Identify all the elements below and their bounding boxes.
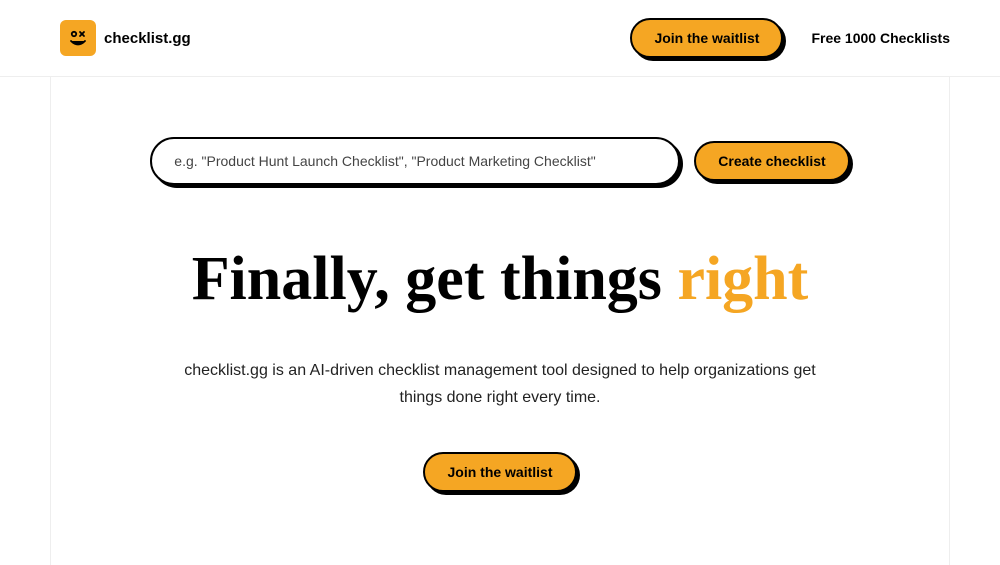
hero-join-waitlist-button[interactable]: Join the waitlist (423, 452, 576, 492)
join-waitlist-button[interactable]: Join the waitlist (630, 18, 783, 58)
hero-title-accent: right (677, 245, 808, 313)
hero-subtitle: checklist.gg is an AI-driven checklist m… (180, 357, 820, 411)
header-actions: Join the waitlist Free 1000 Checklists (630, 18, 950, 58)
logo[interactable]: checklist.gg (60, 20, 191, 56)
create-checklist-button[interactable]: Create checklist (694, 141, 849, 181)
checklist-search-input[interactable] (150, 137, 680, 185)
logo-text: checklist.gg (104, 30, 191, 47)
hero-title: Finally, get things right (111, 245, 889, 313)
search-row: Create checklist (111, 137, 889, 185)
free-checklists-link[interactable]: Free 1000 Checklists (811, 30, 950, 46)
hero-title-prefix: Finally, get things (192, 245, 678, 313)
hero-section: Create checklist Finally, get things rig… (50, 77, 950, 565)
hero-cta-wrap: Join the waitlist (111, 452, 889, 492)
logo-icon (60, 20, 96, 56)
site-header: checklist.gg Join the waitlist Free 1000… (0, 0, 1000, 77)
